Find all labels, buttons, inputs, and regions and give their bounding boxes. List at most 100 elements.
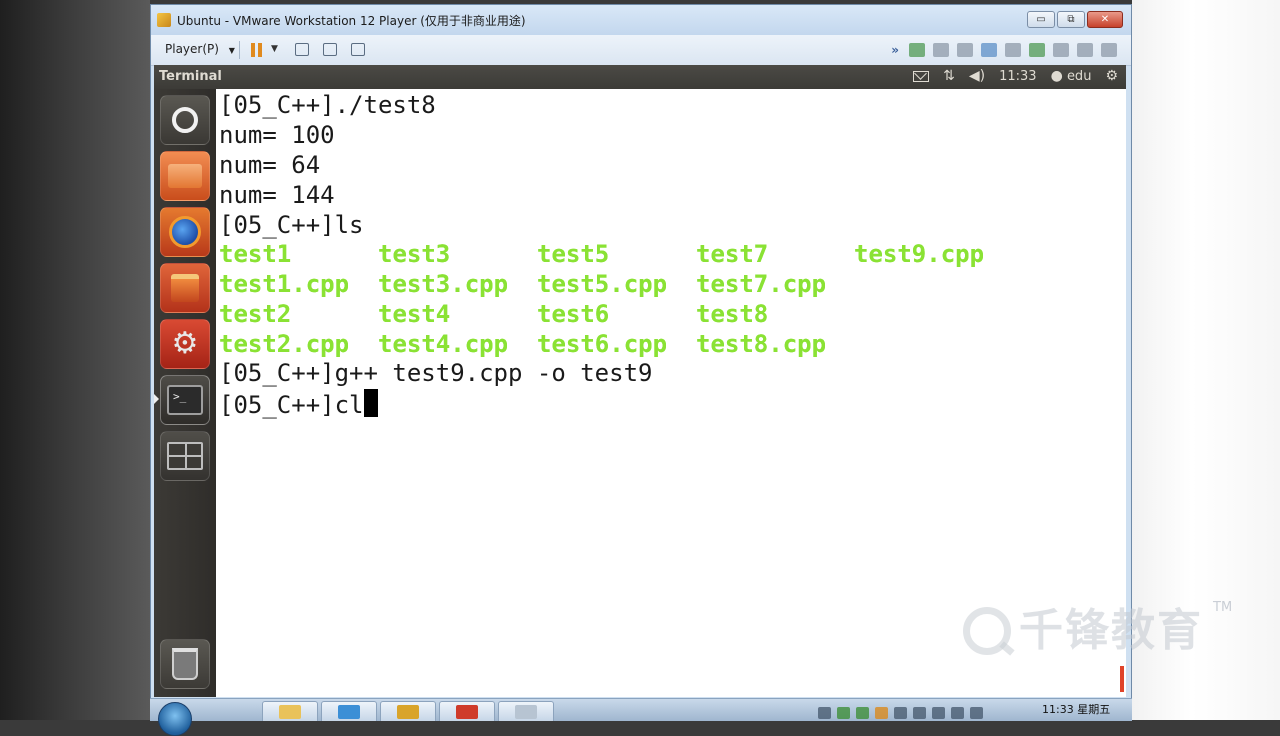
app-icon [456,704,478,719]
text-cursor [363,389,378,417]
more-devices-icon[interactable]: » [891,43,899,57]
notepad-icon [515,704,537,719]
ls-entry: test4 [378,300,451,328]
terminal-line: num= 144 [219,181,335,209]
window-controls: ▭ ⧉ ✕ [1027,11,1123,28]
tray-icon[interactable] [932,707,945,719]
windows-start-icon[interactable] [158,702,192,736]
desktop-background-left [0,0,150,720]
wrench-gear-icon: ⚙ [171,326,199,361]
panel-app-title: Terminal [159,69,222,84]
ls-entry: test5.cpp [537,270,668,298]
window-title: Ubuntu - VMware Workstation 12 Player (仅… [177,14,526,28]
terminal-line: [05_C++]ls [219,211,364,239]
user-name: edu [1066,69,1092,84]
gear-icon[interactable]: ⚙ [1105,68,1118,84]
unity-launcher: ⚙ >_ [154,89,216,697]
windows-taskbar: 11:33 星期五 [150,698,1132,736]
launcher-firefox[interactable] [160,207,210,257]
user-menu[interactable]: ● edu [1051,68,1092,84]
terminal-input-line[interactable]: [05_C++]cl [219,389,378,419]
terminal-line: [05_C++]g++ test9.cpp -o test9 [219,359,653,387]
minimize-button[interactable]: ▭ [1027,11,1055,28]
ls-entry: test8.cpp [696,330,827,358]
launcher-workspace-switcher[interactable] [160,431,210,481]
tray-icon[interactable] [894,707,907,719]
vmware-app-icon [157,13,171,27]
launcher-trash[interactable] [160,639,210,689]
restore-button[interactable]: ⧉ [1057,11,1085,28]
sound-card-icon[interactable] [1053,43,1069,57]
ls-entry: test5 [537,240,610,268]
pause-dropdown-icon[interactable]: ▼ [271,44,278,54]
device-icons: » [891,43,1117,57]
terminal-output[interactable]: [05_C++]./test8 num= 100 num= 64 num= 14… [219,89,1126,697]
launcher-files[interactable] [160,151,210,201]
launcher-system-settings[interactable]: ⚙ [160,319,210,369]
shopping-bag-icon [171,274,199,302]
unity-mode-icon[interactable] [351,43,365,56]
folder-icon [168,164,202,188]
display-icon[interactable] [1077,43,1093,57]
ubuntu-guest-screen[interactable]: Terminal ⇅ ◀) 11:33 ● edu ⚙ ⚙ >_ [05_C++… [154,65,1126,697]
system-tray [818,707,983,719]
tray-icon[interactable] [875,707,888,719]
panel-clock[interactable]: 11:33 [999,69,1036,84]
terminal-line: num= 64 [219,151,321,179]
tray-icon[interactable] [856,707,869,719]
panel-indicators: ⇅ ◀) 11:33 ● edu ⚙ [913,68,1118,84]
ubuntu-top-panel: Terminal ⇅ ◀) 11:33 ● edu ⚙ [154,65,1126,89]
ls-entry: test4.cpp [378,330,509,358]
taskbar-vmware[interactable] [380,701,436,721]
network-adapter-icon[interactable] [981,43,997,57]
ls-entry: test9.cpp [854,240,985,268]
ls-entry: test6 [537,300,610,328]
launcher-software-center[interactable] [160,263,210,313]
launcher-dash-home[interactable] [160,95,210,145]
network-arrows-icon[interactable]: ⇅ [943,68,955,84]
fullscreen-icon[interactable] [323,43,337,56]
trash-icon [172,648,198,680]
tray-icon[interactable] [837,707,850,719]
speaker-icon[interactable]: ◀) [969,68,985,84]
ls-entry: test7 [696,240,769,268]
toolbar-separator [239,41,240,59]
ls-entry: test2 [219,300,292,328]
floppy-icon[interactable] [957,43,973,57]
launcher-terminal[interactable]: >_ [160,375,210,425]
usb-icon[interactable] [1029,43,1045,57]
taskbar-clock[interactable]: 11:33 星期五 [1042,701,1110,717]
tray-icon[interactable] [951,707,964,719]
terminal-line: num= 100 [219,121,335,149]
ls-entry: test3 [378,240,451,268]
terminal-line: [05_C++]./test8 [219,91,436,119]
printer-icon[interactable] [1005,43,1021,57]
close-button[interactable]: ✕ [1087,11,1123,28]
terminal-current-input: [05_C++]cl [219,391,364,419]
workspace-icon [167,442,203,470]
vmware-icon [397,704,419,719]
tray-icon[interactable] [818,707,831,719]
taskbar-app-blue[interactable] [321,701,377,721]
folder-icon [279,704,301,719]
app-icon [338,704,360,719]
player-menu-label: Player(P) [165,42,219,56]
taskbar-explorer[interactable] [262,701,318,721]
ls-entry: test3.cpp [378,270,509,298]
harddisk-icon[interactable] [909,43,925,57]
ls-entry: test8 [696,300,769,328]
tray-icon[interactable] [970,707,983,719]
cdrom-icon[interactable] [933,43,949,57]
player-menu[interactable]: Player(P) ▼ [165,42,235,56]
ls-entry: test1 [219,240,292,268]
pause-icon[interactable] [251,43,263,57]
taskbar-app-red[interactable] [439,701,495,721]
vmware-titlebar[interactable]: Ubuntu - VMware Workstation 12 Player (仅… [151,5,1131,35]
ls-entry: test2.cpp [219,330,350,358]
taskbar-notepad[interactable] [498,701,554,721]
terminal-icon: >_ [167,385,203,415]
message-log-icon[interactable] [1101,43,1117,57]
envelope-icon[interactable] [913,70,930,82]
send-ctrl-alt-del-icon[interactable] [295,43,309,56]
tray-icon[interactable] [913,707,926,719]
